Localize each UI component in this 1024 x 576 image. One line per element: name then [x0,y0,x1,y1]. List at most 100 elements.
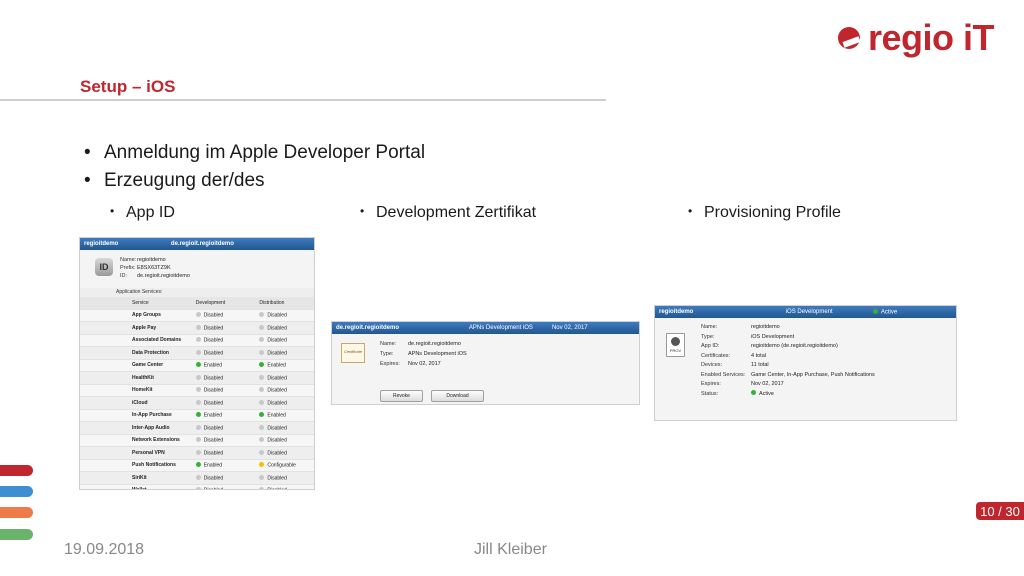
slide-title: Setup – iOS [80,77,176,96]
status-text: Disabled [267,375,287,381]
status-dot-icon [259,362,265,367]
status-dot-icon [195,324,201,330]
cert-field: Type: APNs Development iOS [380,351,467,357]
app-id-title-bar: regioitdemo de.regioit.regioitdemo [80,238,314,250]
cert-bar-expiry: Nov 02, 2017 [551,325,588,331]
status-dot-icon [259,412,265,417]
status-text: Disabled [203,375,224,381]
development-status: Enabled [195,362,260,369]
profile-field-key: Certificates: [701,352,731,359]
profile-field-value: Nov 02, 2017 [751,381,784,387]
status-text: Disabled [203,350,224,356]
cert-field: Name: de.regioit.regioitdemo [380,341,461,347]
service-name: SiriKit [132,474,147,481]
certificate-title-bar: de.regioit.regioitdemo APNs Development … [332,322,639,334]
service-row: Push Notifications Enabled Configurable [80,459,314,472]
profile-field-key: Status: [701,390,719,397]
profile-field: Devices: 11 total [701,361,875,371]
revoke-button[interactable]: Revoke [380,390,423,402]
service-name: Inter-App Audio [132,424,170,431]
status-dot-icon [259,374,265,380]
service-row: iCloud Disabled Disabled [80,397,314,410]
gear-icon [671,337,680,346]
profile-field-key: App ID: [701,343,720,349]
status-text: Enabled [203,362,223,369]
services-header-row: Service Development Distribution [80,297,314,310]
distribution-status: Disabled [259,487,314,489]
service-name: In-App Purchase [132,412,172,419]
profile-bar-status: Active [872,308,952,315]
sub-bullet-certificate: • Development Zertifikat [360,204,536,222]
status-dot-icon [195,474,201,480]
profile-field-value: regioitdemo (de.regioit.regioitdemo) [751,343,838,349]
status-dot-icon [195,374,201,380]
service-row: Apple Pay Disabled Disabled [80,322,314,335]
profile-field: Type: iOS Development [701,333,875,343]
services-table: App Groups Disabled Disabled Apple Pay Disab… [80,309,314,489]
service-row: HomeKit Disabled Disabled [80,384,314,397]
services-label: Application Services: [116,289,163,295]
title-divider [0,99,606,101]
sub-bullet-text: Development Zertifikat [376,204,537,221]
status-dot-icon [195,387,201,392]
bullet-text: Anmeldung im Apple Developer Portal [104,142,426,163]
bullet-icon: • [688,204,693,218]
status-text: Disabled [267,312,287,319]
profile-bar-type: iOS Development [785,309,833,315]
status-text: Disabled [267,350,287,356]
status-text: Enabled [267,412,286,419]
profile-field-value: 11 total [751,362,769,368]
company-logo: regio iT [838,17,995,58]
profile-title-bar: regioitdemo iOS Development Active [655,306,956,318]
service-name: HomeKit [132,387,153,394]
cert-bar-name: de.regioit.regioitdemo [336,325,400,331]
provisioning-screenshot: regioitdemo iOS Development Active PROV … [654,305,957,421]
status-text: Disabled [203,437,224,444]
profile-field-value: Active [751,390,774,400]
app-id-screenshot: regioitdemo de.regioit.regioitdemo ID Na… [79,237,315,490]
sub-bullet-text: App ID [126,204,175,221]
distribution-status: Disabled [259,437,314,444]
status-dot-icon [259,337,265,342]
status-dot-icon [195,424,201,430]
service-name: iCloud [132,399,148,406]
development-status: Disabled [195,374,260,381]
sub-bullet-text: Provisioning Profile [704,204,841,221]
cert-bar-type: APNs Development iOS [468,325,533,331]
status-text: Disabled [267,425,287,431]
profile-field: Enabled Services: Game Center, In-App Pur… [701,371,875,381]
distribution-status: Disabled [259,449,314,456]
download-button[interactable]: Download [431,390,484,402]
service-name: Personal VPN [132,449,165,456]
status-dot-icon [195,349,201,355]
profile-fields: Name: regioitdemo Type: iOS Development App … [701,323,875,399]
status-dot-icon [259,449,265,455]
service-row: Personal VPN Disabled Disabled [80,447,314,460]
service-row: Data Protection Disabled Disabled [80,347,314,360]
status-text: Enabled [203,462,223,469]
service-name: Network Extensions [132,437,180,444]
status-text: Disabled [203,325,224,331]
status-text: Configurable [267,462,296,469]
distribution-status: Disabled [259,387,314,394]
status-text: Disabled [203,387,224,394]
distribution-status: Disabled [259,337,314,344]
development-status: Enabled [195,462,260,469]
status-dot-icon [195,487,201,489]
distribution-status: Configurable [259,462,314,469]
status-text: Disabled [203,475,224,481]
development-status: Disabled [195,487,260,489]
certificate-icon: Certificate [341,343,365,363]
status-text: Disabled [267,475,287,481]
status-text: Enabled [267,362,286,369]
development-status: Disabled [195,424,260,431]
profile-field-key: Expires: [701,381,721,387]
development-status: Disabled [195,312,260,319]
status-dot-icon [195,449,201,455]
status-text: Active [759,390,774,397]
status-text: Disabled [203,450,224,456]
bullet-item: • Anmeldung im Apple Developer Portal [84,142,425,164]
profile-field-value: 4 total [751,352,766,359]
status-dot-icon [259,387,265,392]
status-dot-icon [259,424,265,430]
